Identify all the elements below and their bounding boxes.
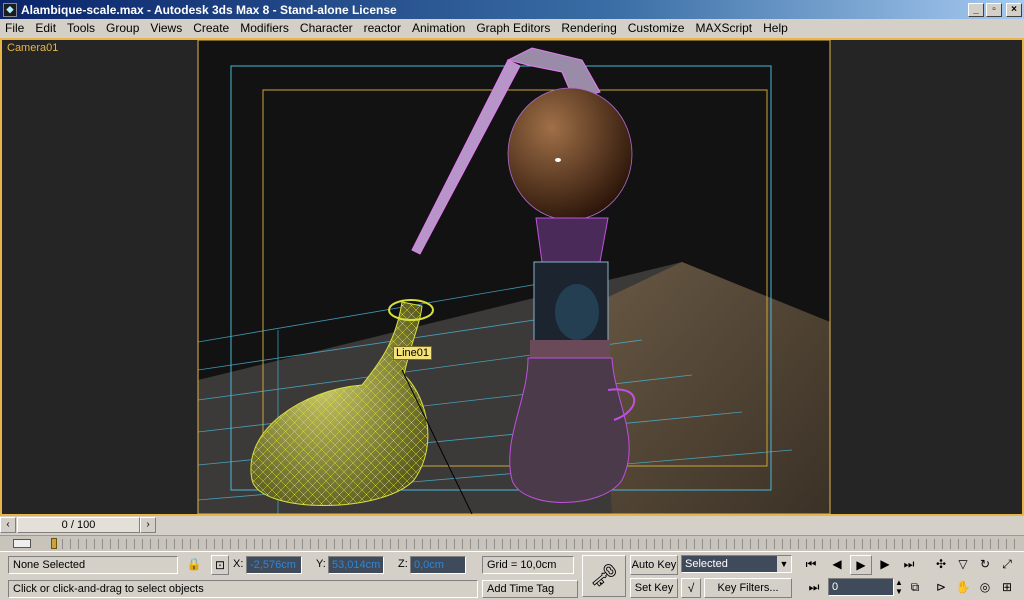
add-time-tag-button[interactable]: Add Time Tag [482,580,578,598]
auto-key-button[interactable]: Auto Key [630,555,678,575]
field-of-view-icon[interactable]: ▽ [952,555,974,575]
track-bar[interactable] [0,535,1024,551]
next-frame-icon[interactable]: ▶ [874,555,896,575]
menu-graph-editors[interactable]: Graph Editors [471,21,556,35]
menu-file[interactable]: File [0,21,30,35]
menu-tools[interactable]: Tools [62,21,101,35]
scene-render[interactable] [2,40,1022,514]
selection-status: None Selected [8,556,178,574]
orbit-icon[interactable]: ↻ [974,555,996,575]
track-bar-icon[interactable] [13,539,31,548]
menu-rendering[interactable]: Rendering [556,21,622,35]
pan-hand-icon[interactable]: ✋ [952,578,974,598]
menu-animation[interactable]: Animation [407,21,471,35]
menu-customize[interactable]: Customize [623,21,691,35]
time-configuration-icon[interactable]: ⧉ [906,578,924,598]
menu-bar: File Edit Tools Group Views Create Modif… [0,19,1024,37]
title-bar: ◆ Alambique-scale.max - Autodesk 3ds Max… [0,0,1024,19]
x-coordinate-field[interactable]: -2,576cm [246,556,302,574]
chevron-down-icon[interactable]: ▼ [777,556,791,572]
maximize-viewport-icon[interactable]: ⤢ [996,555,1018,575]
track-ticks [62,539,1022,549]
time-slider-bar: ‹ 0 / 100 › [0,516,1024,535]
tangent-icon[interactable]: √ [681,578,701,598]
menu-views[interactable]: Views [145,21,188,35]
camera-viewport[interactable]: Camera01 Line01 [0,38,1024,516]
time-marker[interactable] [51,538,57,549]
x-label: X: [233,558,244,570]
go-to-end-icon[interactable]: ⏭ [898,555,920,575]
min-max-toggle-icon[interactable]: ⊞ [996,578,1018,598]
prev-frame-button[interactable]: ‹ [0,517,16,533]
menu-modifiers[interactable]: Modifiers [235,21,295,35]
menu-character[interactable]: Character [295,21,359,35]
menu-help[interactable]: Help [758,21,794,35]
next-frame-button[interactable]: › [140,517,156,533]
zoom-icon[interactable]: ✣ [930,555,952,575]
y-coordinate-field[interactable]: 53,014cm [328,556,384,574]
menu-reactor[interactable]: reactor [359,21,407,35]
roll-icon[interactable]: ◎ [974,578,996,598]
object-tooltip: Line01 [393,346,433,360]
time-slider[interactable]: 0 / 100 [17,517,140,533]
window-title: Alambique-scale.max - Autodesk 3ds Max 8… [21,2,397,17]
key-filters-button[interactable]: Key Filters... [704,578,792,598]
viewport-label[interactable]: Camera01 [7,42,58,54]
prompt-line: Click or click-and-drag to select object… [8,580,478,598]
set-key-button[interactable]: Set Key [630,578,678,598]
z-label: Z: [398,558,408,570]
absolute-mode-icon[interactable]: ⊡ [211,555,229,575]
menu-edit[interactable]: Edit [30,21,62,35]
menu-create[interactable]: Create [188,21,235,35]
close-button[interactable]: × [1006,2,1022,17]
previous-frame-icon[interactable]: ◀ [826,555,848,575]
viewport-area: Camera01 Line01 [0,38,1024,516]
app-icon: ◆ [3,2,17,17]
menu-group[interactable]: Group [101,21,145,35]
frame-spinner[interactable]: ▲ ▼ [894,578,904,596]
grid-size-display: Grid = 10,0cm [482,556,574,574]
y-label: Y: [316,558,326,570]
menu-maxscript[interactable]: MAXScript [690,21,758,35]
dolly-icon[interactable]: ⊳ [930,578,952,598]
key-mode-toggle-icon[interactable]: ⏭ [804,578,824,598]
status-panel: None Selected Click or click-and-drag to… [0,551,1024,600]
maximize-button[interactable]: ▫ [986,2,1002,17]
minimize-button[interactable]: _ [968,2,984,17]
key-mode-dropdown[interactable]: Selected ▼ [681,555,792,573]
go-to-start-icon[interactable]: ⏮ [800,555,822,575]
current-frame-field[interactable]: 0 [828,578,894,596]
key-icon[interactable]: 🗝 [582,555,626,597]
z-coordinate-field[interactable]: 0,0cm [410,556,466,574]
key-mode-value: Selected [685,558,728,570]
lock-icon[interactable]: 🔒 [185,555,203,575]
play-icon[interactable]: ▶ [850,555,872,575]
